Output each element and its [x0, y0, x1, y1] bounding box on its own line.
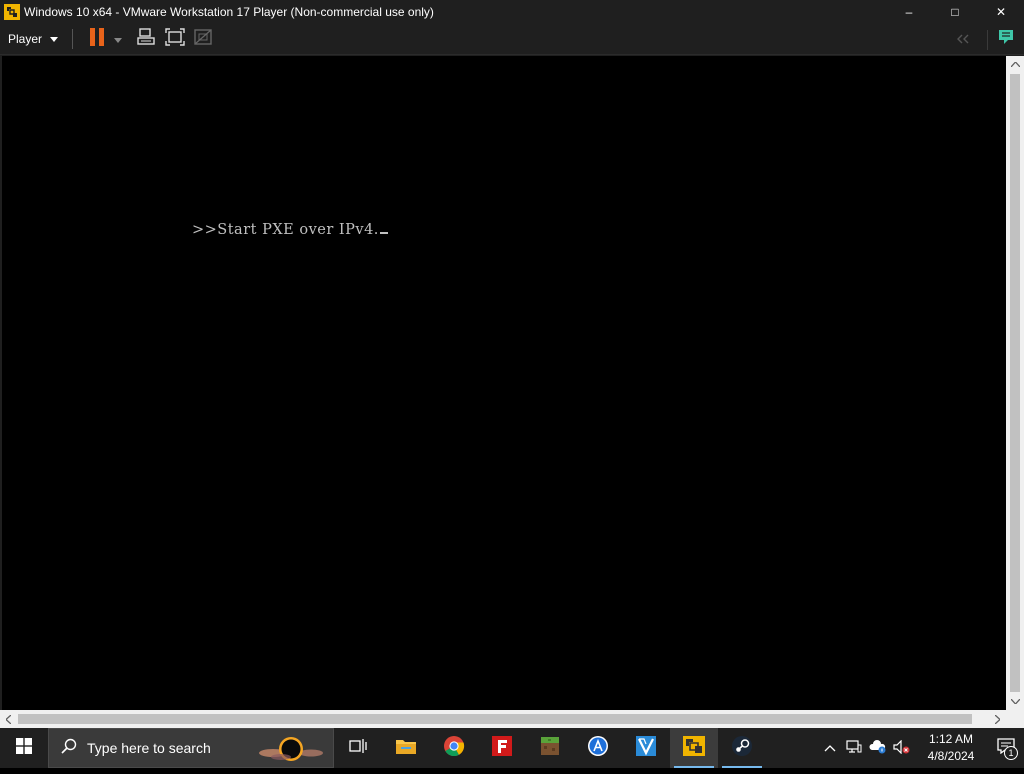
- vs-app-button[interactable]: [622, 728, 670, 768]
- scroll-down-arrow-icon[interactable]: [1006, 693, 1024, 710]
- vmware-app-icon: [4, 4, 20, 20]
- action-center-button[interactable]: 1: [988, 728, 1024, 768]
- unity-icon: [193, 28, 213, 51]
- vmware-window: Windows 10 x64 - VMware Workstation 17 P…: [0, 0, 1024, 728]
- text-cursor: [379, 232, 388, 234]
- chrome-button[interactable]: [430, 728, 478, 768]
- volume-button[interactable]: [890, 728, 914, 768]
- f-app-icon: [491, 735, 513, 762]
- fullscreen-icon: [165, 27, 185, 51]
- scrollbar-corner: [1006, 710, 1024, 728]
- toolbar-divider: [987, 29, 988, 50]
- show-hidden-icons-button[interactable]: [818, 728, 842, 768]
- scroll-left-arrow-icon[interactable]: [0, 710, 17, 728]
- horizontal-scrollbar[interactable]: [0, 710, 1006, 728]
- pxe-message: >>Start PXE over IPv4.: [192, 222, 379, 238]
- player-menu-button[interactable]: Player: [0, 24, 59, 54]
- cloud-sync-icon: [869, 739, 887, 757]
- title-bar[interactable]: Windows 10 x64 - VMware Workstation 17 P…: [0, 0, 1024, 24]
- toolbar-right: [949, 24, 1024, 55]
- task-view-button[interactable]: [334, 728, 382, 768]
- file-explorer-button[interactable]: [382, 728, 430, 768]
- scroll-right-arrow-icon[interactable]: [989, 710, 1006, 728]
- vm-console-screen[interactable]: >>Start PXE over IPv4.: [2, 56, 1006, 710]
- player-menu-label: Player: [8, 32, 43, 46]
- notification-count-badge: 1: [1004, 746, 1018, 760]
- network-icon: [846, 739, 862, 757]
- vmware-taskbar-button[interactable]: [670, 728, 718, 768]
- chrome-icon: [443, 735, 465, 762]
- search-highlight-eclipse-icon: [251, 729, 331, 769]
- task-view-icon: [349, 738, 367, 759]
- vs-app-icon: [635, 735, 657, 762]
- minecraft-icon: [540, 736, 560, 761]
- speaker-muted-icon: [893, 739, 911, 757]
- f-app-button[interactable]: [478, 728, 526, 768]
- fullscreen-button[interactable]: [161, 25, 189, 53]
- network-button[interactable]: [842, 728, 866, 768]
- minimize-icon: –: [905, 5, 913, 19]
- taskbar-clock[interactable]: 1:12 AM 4/8/2024: [914, 731, 988, 765]
- maximize-button[interactable]: □: [932, 0, 978, 24]
- steam-icon: [731, 735, 753, 762]
- close-icon: ✕: [995, 5, 1007, 19]
- close-button[interactable]: ✕: [978, 0, 1024, 24]
- scroll-up-arrow-icon[interactable]: [1006, 56, 1024, 73]
- taskbar-search-box[interactable]: Type here to search: [48, 728, 334, 768]
- clock-time: 1:12 AM: [928, 732, 974, 746]
- pause-dropdown-button[interactable]: [111, 25, 125, 53]
- vertical-scroll-thumb[interactable]: [1010, 74, 1020, 692]
- minecraft-button[interactable]: [526, 728, 574, 768]
- vmware-icon: [682, 735, 706, 762]
- message-log-button[interactable]: [992, 26, 1020, 54]
- chevron-up-icon: [824, 741, 836, 755]
- file-explorer-icon: [395, 737, 417, 760]
- steam-button[interactable]: [718, 728, 766, 768]
- message-log-icon: [998, 29, 1014, 50]
- console-text-line: >>Start PXE over IPv4.: [192, 222, 388, 238]
- collapse-toolbar-icon: [956, 31, 970, 49]
- send-ctrl-alt-del-button[interactable]: [133, 25, 161, 53]
- window-controls: – □ ✕: [886, 0, 1024, 24]
- collapse-toolbar-button[interactable]: [949, 26, 977, 54]
- vertical-scrollbar[interactable]: [1006, 56, 1024, 710]
- horizontal-scroll-thumb[interactable]: [18, 714, 972, 724]
- clock-date: 4/8/2024: [927, 749, 975, 763]
- taskbar-apps: [334, 728, 766, 768]
- search-placeholder: Type here to search: [87, 740, 211, 756]
- toolbar-divider: [72, 29, 74, 49]
- send-ctrl-alt-del-icon: [137, 27, 157, 51]
- onedrive-button[interactable]: [866, 728, 890, 768]
- chevron-down-icon: [114, 30, 123, 48]
- maximize-icon: □: [951, 5, 959, 19]
- app-store-icon: [587, 735, 609, 762]
- search-icon: [61, 738, 77, 759]
- vm-toolbar: Player: [0, 24, 1024, 55]
- app-store-button[interactable]: [574, 728, 622, 768]
- unity-button[interactable]: [189, 25, 217, 53]
- system-tray: 1:12 AM 4/8/2024 1: [818, 728, 1024, 768]
- start-button[interactable]: [0, 728, 48, 768]
- window-title: Windows 10 x64 - VMware Workstation 17 P…: [24, 5, 434, 19]
- chevron-down-icon: [50, 35, 59, 44]
- pause-button[interactable]: [83, 25, 111, 53]
- pause-icon: [90, 27, 105, 51]
- minimize-button[interactable]: –: [886, 0, 932, 24]
- windows-logo-icon: [16, 737, 32, 759]
- windows-taskbar: Type here to search 1:12 AM 4/8/2024 1: [0, 728, 1024, 768]
